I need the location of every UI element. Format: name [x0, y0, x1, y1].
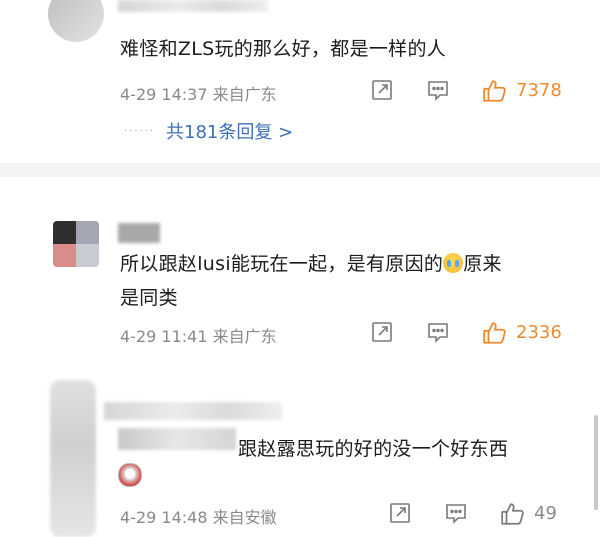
avatar[interactable] [53, 221, 99, 267]
comment-item: 所以跟赵lusi能玩在一起，是有原因的 原来 是同类 4-29 11:41 来自广… [0, 177, 600, 377]
comment-time: 4-29 14:37 来自广东 [120, 81, 277, 105]
divider [0, 163, 600, 177]
like-count: 2336 [516, 322, 562, 343]
comment-icon[interactable] [444, 501, 470, 527]
comment-meta: 4-29 14:48 来自安徽 49 [120, 501, 570, 527]
crying-emoji-icon [443, 253, 464, 273]
like-button[interactable]: 2336 [482, 320, 572, 346]
share-icon[interactable] [388, 501, 414, 527]
reply-target-blurred [118, 428, 236, 450]
location-text: 来自广东 [212, 85, 277, 104]
time-text: 4-29 14:48 [120, 508, 208, 527]
comment-icon[interactable] [426, 78, 452, 104]
thumbs-up-icon [500, 501, 526, 531]
time-text: 4-29 14:37 [120, 85, 208, 104]
comment-text: 跟赵露思玩的好的没一个好东西 [238, 438, 509, 460]
share-icon[interactable] [370, 78, 396, 104]
like-button[interactable]: 49 [500, 501, 570, 527]
username-blurred[interactable] [118, 223, 160, 243]
comment-text-line1-end: 原来 [463, 253, 502, 275]
scrollbar[interactable] [594, 415, 598, 510]
share-icon[interactable] [370, 320, 396, 346]
comment-meta: 4-29 14:37 来自广东 7378 [120, 78, 570, 104]
comment-item: 跟赵露思玩的好的没一个好东西 4-29 14:48 来自安徽 49 [0, 380, 600, 537]
badge-icon [118, 463, 142, 487]
time-text: 4-29 11:41 [120, 327, 208, 346]
comment-time: 4-29 11:41 来自广东 [120, 323, 277, 347]
like-count: 7378 [516, 80, 562, 101]
comment-text-line2: 是同类 [120, 287, 178, 309]
location-text: 来自广东 [212, 327, 277, 346]
reply-dots: ······ [124, 126, 156, 137]
avatar[interactable] [48, 0, 104, 42]
thumbs-up-icon [482, 78, 508, 108]
comment-icon[interactable] [426, 320, 452, 346]
comment-meta: 4-29 11:41 来自广东 2336 [120, 320, 570, 346]
comment-feed: 难怪和ZLS玩的那么好，都是一样的人 4-29 14:37 来自广东 7378 … [0, 0, 600, 537]
username-blurred[interactable] [118, 0, 268, 12]
comment-item: 难怪和ZLS玩的那么好，都是一样的人 4-29 14:37 来自广东 7378 … [0, 0, 600, 160]
comment-time: 4-29 14:48 来自安徽 [120, 504, 277, 528]
location-text: 来自安徽 [212, 508, 277, 527]
like-button[interactable]: 7378 [482, 78, 572, 104]
comment-text: 所以跟赵lusi能玩在一起，是有原因的 原来 是同类 [120, 247, 570, 315]
comment-text-line1: 所以跟赵lusi能玩在一起，是有原因的 [120, 253, 444, 275]
view-replies-link[interactable]: 共181条回复 > [166, 118, 293, 144]
thumbs-up-icon [482, 320, 508, 350]
like-count: 49 [534, 503, 557, 524]
username-blurred[interactable] [104, 402, 282, 420]
comment-text: 难怪和ZLS玩的那么好，都是一样的人 [120, 38, 447, 60]
avatar[interactable] [50, 380, 96, 537]
